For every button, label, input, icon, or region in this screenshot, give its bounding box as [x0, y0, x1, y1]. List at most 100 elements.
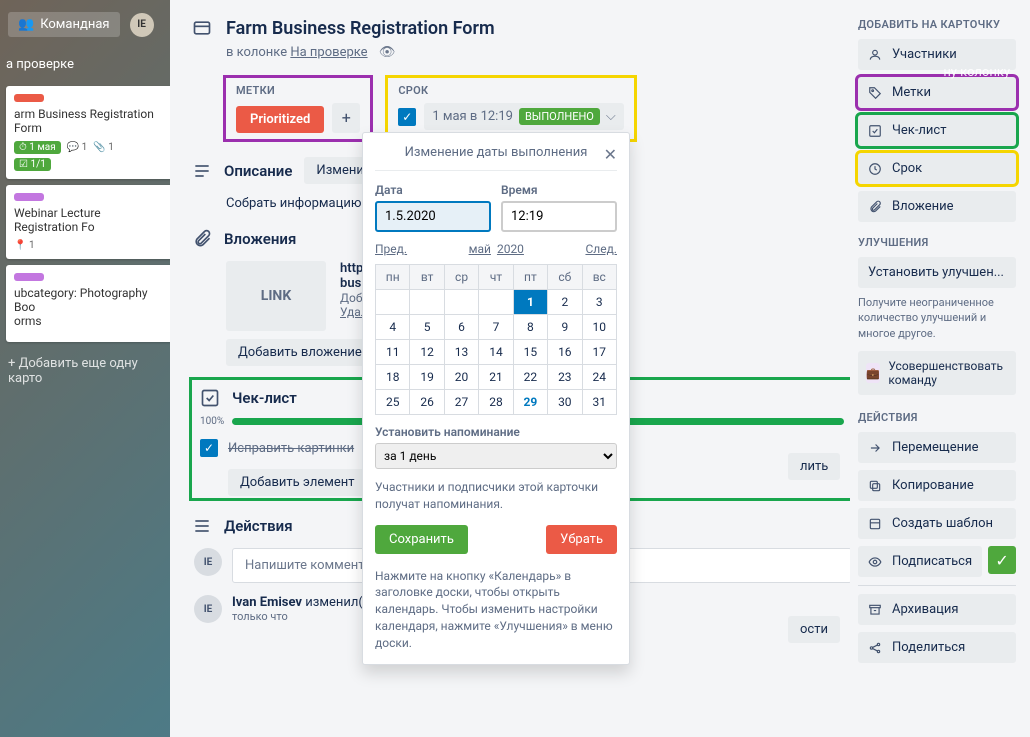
subscribe-button[interactable]: Подписаться	[858, 546, 982, 577]
upgrade-button[interactable]: 💼 Усовершенствовать команду	[858, 351, 1016, 395]
calendar-day[interactable]: 30	[548, 390, 582, 415]
subscribed-check[interactable]: ✓	[988, 546, 1016, 574]
calendar-day[interactable]: 2	[548, 290, 582, 315]
month-select[interactable]: май	[469, 242, 491, 256]
add-column-button[interactable]: ну колонку	[943, 65, 1010, 80]
user-avatar[interactable]: IE	[130, 13, 154, 37]
checklist-item-checkbox[interactable]: ✓	[200, 439, 218, 457]
user-avatar[interactable]: IE	[194, 595, 222, 623]
calendar-day[interactable]: 9	[548, 315, 582, 340]
card-icon	[192, 18, 212, 38]
checklist-icon	[868, 124, 882, 138]
calendar-day[interactable]: 11	[376, 340, 410, 365]
template-icon	[868, 517, 882, 531]
attachments-title: Вложения	[224, 230, 296, 248]
archive-button[interactable]: Архивация	[858, 594, 1016, 625]
calendar-day[interactable]: 6	[444, 315, 478, 340]
calendar-day[interactable]: 5	[410, 315, 444, 340]
calendar-day	[479, 290, 513, 315]
user-icon	[868, 48, 882, 62]
calendar-day[interactable]: 17	[582, 340, 616, 365]
date-popover: Изменение даты выполнения ✕ Дата Время П…	[362, 132, 630, 665]
calendar: пнвтсрчтптсбвс 1234567891011121314151617…	[375, 264, 617, 415]
share-icon	[868, 641, 882, 655]
checklist-button[interactable]: Чек-лист	[858, 115, 1016, 146]
add-label-button[interactable]: +	[332, 103, 360, 133]
time-input[interactable]	[501, 201, 617, 232]
activity-details-button[interactable]: ости	[788, 616, 840, 643]
calendar-day[interactable]: 22	[513, 365, 547, 390]
deadline-button[interactable]: 1 мая в 12:19 ВЫПОЛНЕНО ⌵	[424, 103, 623, 130]
calendar-day[interactable]: 29	[513, 390, 547, 415]
calendar-day[interactable]: 18	[376, 365, 410, 390]
calendar-day[interactable]: 3	[582, 290, 616, 315]
add-attachment-button[interactable]: Добавить вложение	[226, 339, 374, 366]
add-card-button[interactable]: + Добавить еще одну карто	[0, 348, 180, 394]
move-button[interactable]: Перемещение	[858, 432, 1016, 463]
calendar-day[interactable]: 15	[513, 340, 547, 365]
calendar-day[interactable]: 19	[410, 365, 444, 390]
labels-button[interactable]: Метки	[858, 77, 1016, 108]
close-icon[interactable]: ✕	[604, 145, 617, 164]
date-input[interactable]	[375, 201, 491, 232]
paperclip-icon	[868, 200, 882, 214]
board-background: 👥 Командная IE а проверке arm Business R…	[0, 0, 180, 737]
briefcase-icon: 💼	[866, 363, 880, 383]
calendar-day[interactable]: 12	[410, 340, 444, 365]
calendar-day	[410, 290, 444, 315]
team-visibility[interactable]: 👥 Командная	[8, 12, 120, 37]
calendar-day[interactable]: 28	[479, 390, 513, 415]
powerup-note: Получите неограниченное количество улучш…	[858, 295, 1016, 341]
calendar-day[interactable]: 14	[479, 340, 513, 365]
board-card[interactable]: arm Business Registration Form ⏱ 1 мая 💬…	[6, 86, 174, 179]
calendar-day[interactable]: 1	[513, 290, 547, 315]
comments-badge: 💬 1	[67, 142, 88, 153]
archive-icon	[868, 603, 882, 617]
tag-icon	[868, 86, 882, 100]
share-button[interactable]: Поделиться	[858, 632, 1016, 663]
column-link[interactable]: На проверке	[290, 45, 367, 60]
calendar-day[interactable]: 4	[376, 315, 410, 340]
deadline-checkbox[interactable]: ✓	[398, 108, 416, 126]
calendar-day[interactable]: 13	[444, 340, 478, 365]
calendar-day[interactable]: 7	[479, 315, 513, 340]
calendar-day[interactable]: 25	[376, 390, 410, 415]
calendar-day[interactable]: 10	[582, 315, 616, 340]
card-title[interactable]: Farm Business Registration Form	[226, 18, 495, 39]
prev-month-button[interactable]: Пред.	[375, 242, 407, 256]
calendar-day[interactable]: 26	[410, 390, 444, 415]
save-button[interactable]: Сохранить	[375, 525, 468, 554]
description-title: Описание	[224, 162, 292, 180]
add-checklist-item-button[interactable]: Добавить элемент	[228, 469, 367, 496]
year-select[interactable]: 2020	[497, 242, 524, 256]
attachment-button[interactable]: Вложение	[858, 191, 1016, 222]
board-card[interactable]: Webinar Lecture Registration Fo 📍 1	[6, 185, 174, 259]
deadline-section: СРОК ✓ 1 мая в 12:19 ВЫПОЛНЕНО ⌵	[388, 78, 633, 139]
checklist-badge: ☑ 1/1	[14, 158, 51, 171]
arrow-right-icon	[868, 441, 882, 455]
calendar-day[interactable]: 27	[444, 390, 478, 415]
calendar-day[interactable]: 20	[444, 365, 478, 390]
copy-button[interactable]: Копирование	[858, 470, 1016, 501]
user-avatar[interactable]: IE	[194, 548, 222, 576]
calendar-day[interactable]: 16	[548, 340, 582, 365]
board-card[interactable]: ubcategory: Photography Boo orms	[6, 265, 174, 342]
activity-title: Действия	[224, 517, 293, 535]
attachment-badge: 📎 1	[93, 142, 114, 153]
column-header: а проверке	[0, 49, 180, 80]
calendar-day[interactable]: 23	[548, 365, 582, 390]
copy-icon	[868, 479, 882, 493]
template-button[interactable]: Создать шаблон	[858, 508, 1016, 539]
labels-section: МЕТКИ Prioritized +	[226, 78, 370, 139]
reminder-select[interactable]: за 1 день	[375, 443, 617, 469]
calendar-day[interactable]: 31	[582, 390, 616, 415]
attachment-action-button[interactable]: лить	[788, 453, 840, 480]
powerups-button[interactable]: Установить улучшен...	[858, 257, 1016, 288]
calendar-day[interactable]: 8	[513, 315, 547, 340]
deadline-button[interactable]: Срок	[858, 153, 1016, 184]
calendar-day[interactable]: 24	[582, 365, 616, 390]
label-prioritized[interactable]: Prioritized	[236, 106, 324, 133]
remove-button[interactable]: Убрать	[546, 525, 617, 554]
calendar-day[interactable]: 21	[479, 365, 513, 390]
next-month-button[interactable]: След.	[585, 242, 617, 256]
